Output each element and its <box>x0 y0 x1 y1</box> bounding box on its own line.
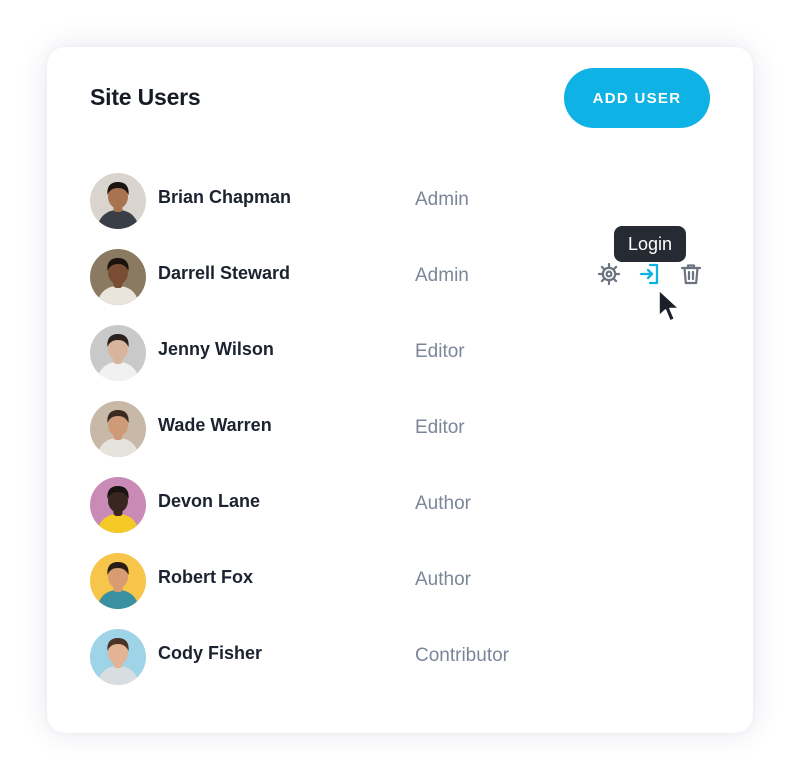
settings-button[interactable] <box>595 260 623 288</box>
user-name: Jenny Wilson <box>158 339 274 359</box>
user-role: Admin <box>415 265 469 286</box>
user-name: Devon Lane <box>158 491 261 511</box>
avatar <box>90 325 146 381</box>
user-row[interactable]: Devon Lane Author <box>47 467 753 543</box>
avatar <box>90 401 146 457</box>
avatar <box>90 249 146 305</box>
user-name: Darrell Steward <box>158 263 291 283</box>
user-name: Brian Chapman <box>158 187 292 207</box>
user-row[interactable]: Wade Warren Editor <box>47 391 753 467</box>
delete-button[interactable] <box>677 260 705 288</box>
user-role: Author <box>415 569 471 590</box>
user-role: Editor <box>415 341 465 362</box>
avatar <box>90 553 146 609</box>
row-actions <box>595 260 705 294</box>
user-name: Robert Fox <box>158 567 254 587</box>
user-role: Admin <box>415 189 469 210</box>
user-row[interactable]: Jenny Wilson Editor <box>47 315 753 391</box>
user-row[interactable]: Robert Fox Author <box>47 543 753 619</box>
user-name: Cody Fisher <box>158 643 263 663</box>
mouse-pointer-icon <box>658 289 680 322</box>
user-role: Contributor <box>415 645 509 666</box>
user-role: Editor <box>415 417 465 438</box>
user-name: Wade Warren <box>158 415 272 435</box>
trash-icon <box>680 264 702 285</box>
login-tooltip: Login <box>614 226 686 262</box>
avatar <box>90 629 146 685</box>
user-role: Author <box>415 493 471 514</box>
gear-icon <box>597 262 621 286</box>
site-users-panel: Site Users ADD USER Brian Chapman Admin Da… <box>47 47 753 733</box>
user-list: Brian Chapman Admin Darrell Steward Admin Je… <box>47 47 753 733</box>
avatar <box>90 477 146 533</box>
avatar <box>90 173 146 229</box>
login-icon <box>639 263 659 285</box>
login-button[interactable] <box>636 260 664 288</box>
user-row[interactable]: Cody Fisher Contributor <box>47 619 753 695</box>
